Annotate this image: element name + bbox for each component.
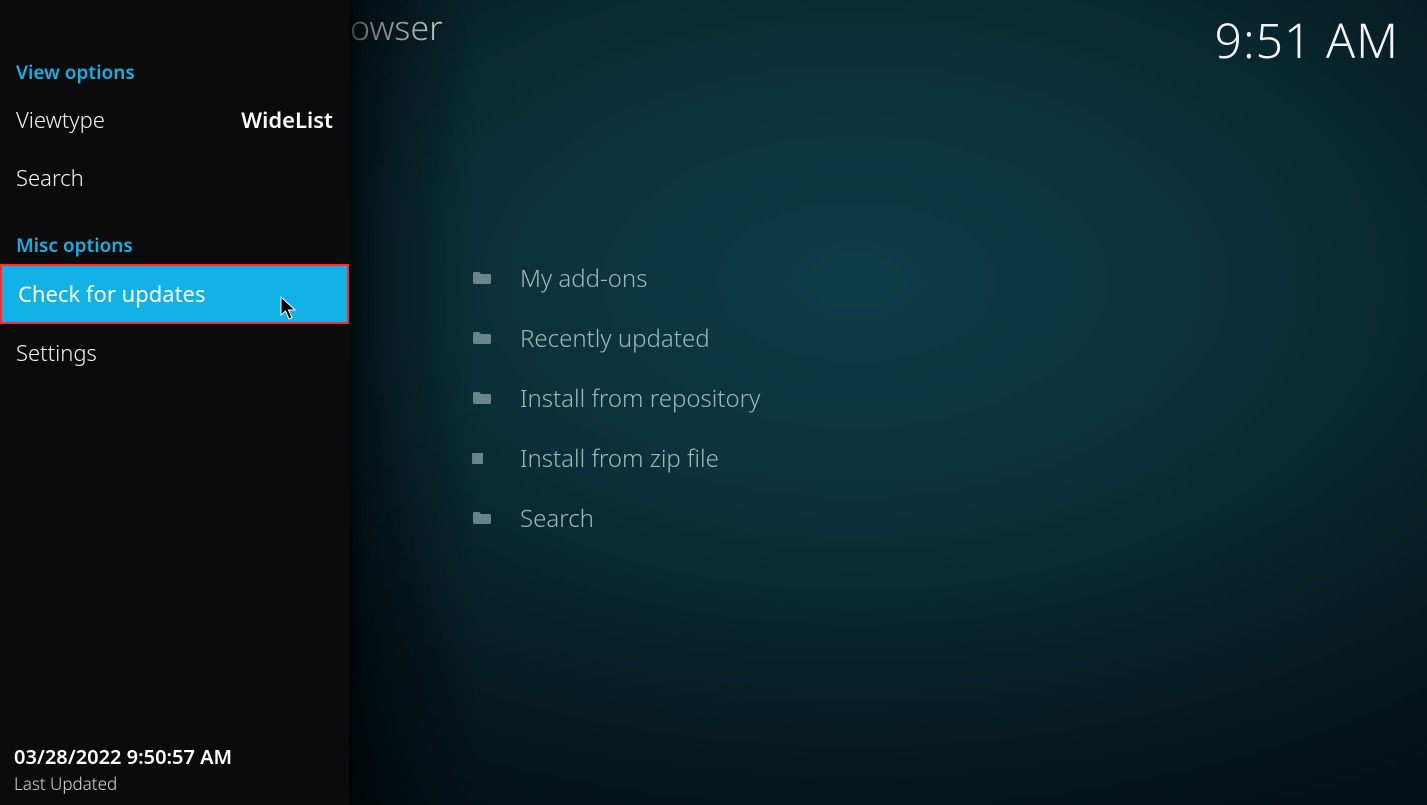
panel-footer: 03/28/2022 9:50:57 AM Last Updated xyxy=(14,743,232,795)
folder-icon xyxy=(472,511,520,525)
viewtype-value: WideList xyxy=(241,105,333,135)
settings-label: Settings xyxy=(16,338,97,368)
cursor-icon xyxy=(280,296,298,320)
check-for-updates-label: Check for updates xyxy=(18,279,206,309)
settings-row[interactable]: Settings xyxy=(0,324,349,382)
list-item-install-repo[interactable]: Install from repository xyxy=(472,368,1272,428)
search-label: Search xyxy=(16,163,84,193)
list-item-label: Install from zip file xyxy=(520,442,719,475)
last-updated-label: Last Updated xyxy=(14,772,232,795)
list-item-my-addons[interactable]: My add-ons xyxy=(472,248,1272,308)
list-item-install-zip[interactable]: Install from zip file xyxy=(472,428,1272,488)
addon-browser-list: My add-ons Recently updated Install from… xyxy=(472,248,1272,548)
check-for-updates-row[interactable]: Check for updates xyxy=(0,264,349,324)
folder-icon xyxy=(472,271,520,285)
clock: 9:51 AM xyxy=(1215,8,1399,73)
view-options-header: View options xyxy=(0,54,349,91)
viewtype-row[interactable]: Viewtype WideList xyxy=(0,91,349,149)
list-item-search[interactable]: Search xyxy=(472,488,1272,548)
folder-icon xyxy=(472,391,520,405)
page-title: owser xyxy=(350,4,443,50)
list-item-recently-updated[interactable]: Recently updated xyxy=(472,308,1272,368)
search-row[interactable]: Search xyxy=(0,149,349,207)
last-updated-timestamp: 03/28/2022 9:50:57 AM xyxy=(14,743,232,770)
panel-shadow xyxy=(349,0,479,805)
list-item-label: Recently updated xyxy=(520,322,710,355)
side-options-panel: View options Viewtype WideList Search Mi… xyxy=(0,0,349,805)
list-item-label: My add-ons xyxy=(520,262,648,295)
zip-icon xyxy=(472,453,520,464)
list-item-label: Install from repository xyxy=(520,382,760,415)
folder-icon xyxy=(472,331,520,345)
list-item-label: Search xyxy=(520,502,594,535)
viewtype-label: Viewtype xyxy=(16,105,105,135)
misc-options-header: Misc options xyxy=(0,227,349,264)
